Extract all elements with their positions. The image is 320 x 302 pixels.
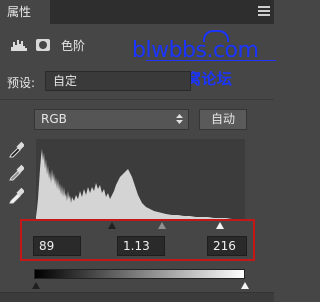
tab-properties[interactable]: 属性 (0, 0, 50, 24)
levels-icon (10, 38, 28, 52)
white-point-handle[interactable] (216, 222, 224, 229)
input-slider[interactable] (36, 221, 245, 231)
preset-row: 预设: 自定 (0, 70, 274, 94)
channel-select[interactable]: RGB (34, 109, 189, 130)
input-white-field[interactable]: 216 (207, 236, 247, 256)
output-black-handle[interactable] (32, 282, 40, 289)
output-slider[interactable] (30, 281, 249, 291)
eyedropper-gray-icon[interactable] (8, 163, 24, 181)
preset-label: 预设: (7, 76, 36, 90)
eyedropper-white-icon[interactable] (8, 186, 24, 204)
eyedropper-group (8, 140, 24, 210)
watermark-underline (146, 60, 276, 61)
output-white-handle[interactable] (241, 282, 249, 289)
black-point-handle[interactable] (108, 222, 116, 229)
mask-icon[interactable] (36, 39, 50, 51)
eyedropper-black-icon[interactable] (8, 140, 24, 158)
menu-icon[interactable] (258, 6, 270, 18)
gamma-handle[interactable] (158, 222, 166, 229)
updown-icon (176, 114, 183, 124)
panel-title: 色阶 (61, 39, 86, 53)
panel-tabbar: 属性 (0, 0, 274, 24)
input-gamma-field[interactable]: 1.13 (117, 236, 165, 256)
properties-panel: 属性 色阶 blwbbs.com IT部落窝论坛 预设: 自定 RGB 自动 (0, 0, 276, 302)
channel-value: RGB (41, 112, 67, 126)
auto-button[interactable]: 自动 (199, 109, 247, 130)
histogram (36, 139, 245, 221)
input-black-field[interactable]: 89 (33, 236, 81, 256)
divider (0, 99, 274, 100)
preset-select[interactable]: 自定 (45, 71, 191, 91)
output-gradient (34, 269, 245, 279)
